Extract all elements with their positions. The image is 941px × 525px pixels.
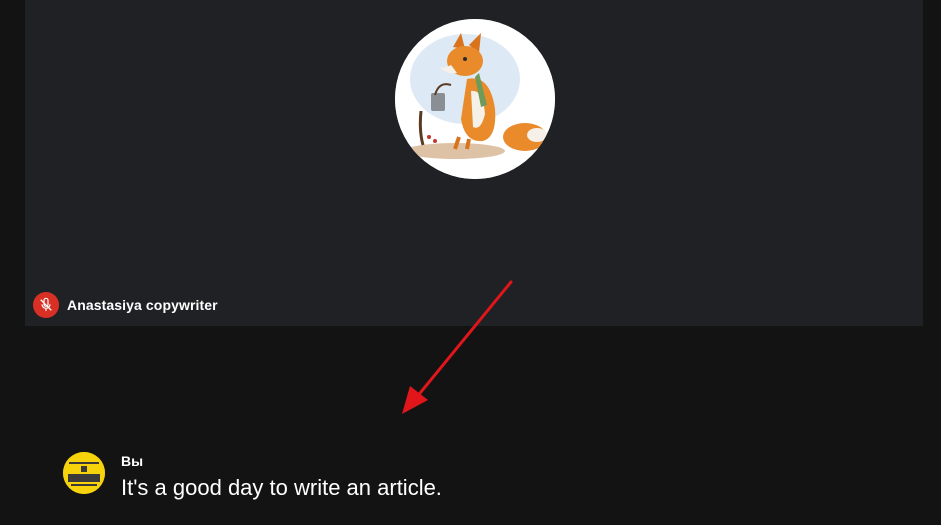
- speaker-name: Вы: [121, 453, 144, 469]
- meeting-stage: Anastasiya copywriter Вы It's a good day…: [0, 0, 941, 525]
- participant-video-tile[interactable]: Anastasiya copywriter: [25, 0, 923, 326]
- participant-avatar: [395, 19, 555, 179]
- caption-text-block: Вы It's a good day to write an article.: [121, 452, 442, 502]
- participant-name-tag: Anastasiya copywriter: [33, 292, 218, 318]
- fox-illustration-icon: [395, 19, 555, 179]
- mic-off-icon[interactable]: [33, 292, 59, 318]
- caption-text: It's a good day to write an article.: [121, 475, 442, 500]
- yellow-profile-icon: [63, 452, 105, 494]
- participant-name: Anastasiya copywriter: [67, 297, 218, 313]
- speaker-avatar: [63, 452, 105, 494]
- caption-row: Вы It's a good day to write an article.: [63, 452, 442, 502]
